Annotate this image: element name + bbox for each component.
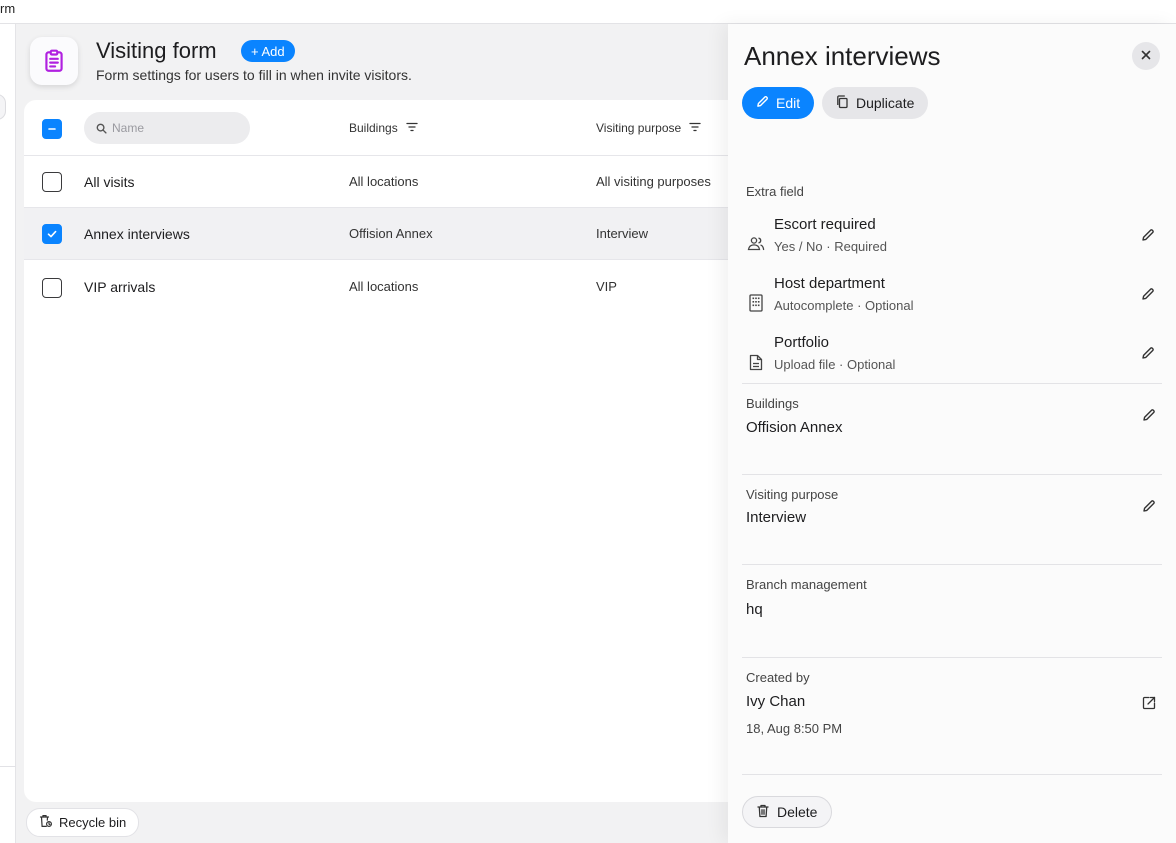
window-title: rm <box>0 1 16 16</box>
sidebar-collapsed <box>0 24 16 843</box>
row-purpose: VIP <box>596 279 617 294</box>
extra-field-label: Extra field <box>746 184 804 199</box>
extra-field-title: Host department <box>774 275 885 292</box>
extra-field-item[interactable]: Escort required Yes / No · Required <box>742 216 1162 272</box>
search-input[interactable] <box>112 119 242 137</box>
extra-field-item[interactable]: Host department Autocomplete · Optional <box>742 275 1162 331</box>
page-title: Visiting form <box>96 38 217 63</box>
edit-button-label: Edit <box>776 95 801 111</box>
pencil-icon <box>756 95 769 111</box>
add-button[interactable]: + Add <box>241 40 295 62</box>
visiting-purpose-value: Interview <box>746 509 807 526</box>
column-header-label: Buildings <box>349 121 398 135</box>
extra-field-sub: Yes / No · Required <box>774 239 887 254</box>
sidebar-divider <box>0 766 16 767</box>
external-link-icon[interactable] <box>1141 695 1157 711</box>
duplicate-button[interactable]: Duplicate <box>822 87 929 119</box>
visiting-purpose-label: Visiting purpose <box>746 487 839 502</box>
recycle-bin-icon <box>39 814 53 831</box>
row-name: VIP arrivals <box>84 279 156 295</box>
divider <box>742 774 1162 775</box>
add-button-label: + Add <box>251 43 285 59</box>
divider <box>742 564 1162 565</box>
panel-title: Annex interviews <box>744 41 941 71</box>
extra-field-item[interactable]: Portfolio Upload file · Optional <box>742 334 1162 390</box>
branch-management-label: Branch management <box>746 577 867 592</box>
edit-button[interactable]: Edit <box>742 87 815 119</box>
extra-field-sub: Upload file · Optional <box>774 357 896 372</box>
row-purpose: Interview <box>596 226 649 241</box>
table-row-selected[interactable]: Annex interviews Offision Annex Intervie… <box>24 208 740 260</box>
search-icon <box>96 121 107 139</box>
row-checkbox[interactable] <box>42 278 62 298</box>
table-header: Buildings Visiting purpose <box>24 100 740 156</box>
edit-pencil-icon[interactable] <box>1141 407 1157 423</box>
page-header: Visiting form + Add Form settings for us… <box>24 24 728 100</box>
detail-panel: Annex interviews Edit Duplicate Extra fi… <box>728 24 1176 843</box>
duplicate-icon <box>836 94 849 112</box>
page-subtitle: Form settings for users to fill in when … <box>96 67 412 83</box>
search-field[interactable] <box>84 112 250 144</box>
extra-field-sub: Autocomplete · Optional <box>774 298 914 313</box>
window-title-bar: rm <box>0 0 1176 24</box>
branch-management-value: hq <box>746 601 763 618</box>
edit-pencil-icon[interactable] <box>1140 286 1156 302</box>
created-by-label: Created by <box>746 670 810 685</box>
duplicate-button-label: Duplicate <box>856 95 915 111</box>
table-row[interactable]: All visits All locations All visiting pu… <box>24 156 740 208</box>
divider <box>742 383 1162 384</box>
people-icon <box>746 234 766 254</box>
recycle-bin-button[interactable]: Recycle bin <box>26 808 140 837</box>
extra-field-title: Portfolio <box>774 334 830 351</box>
edit-pencil-icon[interactable] <box>1140 227 1156 243</box>
select-all-checkbox[interactable] <box>42 119 62 139</box>
row-name: Annex interviews <box>84 226 190 242</box>
clipboard-icon <box>30 37 78 85</box>
row-purpose: All visiting purposes <box>596 174 711 189</box>
close-icon <box>1141 47 1151 65</box>
edit-pencil-icon[interactable] <box>1140 345 1156 361</box>
created-at: 18, Aug 8:50 PM <box>746 721 843 736</box>
filter-icon[interactable] <box>689 121 701 135</box>
filter-icon[interactable] <box>406 121 418 135</box>
divider <box>742 474 1162 475</box>
buildings-value: Offision Annex <box>746 419 843 436</box>
trash-icon <box>757 804 769 821</box>
buildings-label: Buildings <box>746 396 799 411</box>
delete-button[interactable]: Delete <box>742 796 833 828</box>
delete-button-label: Delete <box>777 804 818 820</box>
extra-field-title: Escort required <box>774 216 876 233</box>
row-buildings: All locations <box>349 279 419 294</box>
building-icon <box>746 293 766 313</box>
row-name: All visits <box>84 174 135 190</box>
row-buildings: Offision Annex <box>349 226 433 241</box>
edit-pencil-icon[interactable] <box>1141 498 1157 514</box>
recycle-bin-label: Recycle bin <box>59 815 127 830</box>
column-header-label: Visiting purpose <box>596 121 682 135</box>
created-by-name: Ivy Chan <box>746 693 806 710</box>
sidebar-search-pill[interactable] <box>0 94 6 120</box>
forms-table: Buildings Visiting purpose All visits Al… <box>24 100 740 802</box>
row-checkbox[interactable] <box>42 172 62 192</box>
row-checkbox-checked[interactable] <box>42 224 62 244</box>
document-icon <box>746 352 766 372</box>
divider <box>742 657 1162 658</box>
close-button[interactable] <box>1132 42 1160 70</box>
row-buildings: All locations <box>349 174 419 189</box>
column-header-visiting-purpose[interactable]: Visiting purpose <box>596 121 701 135</box>
column-header-buildings[interactable]: Buildings <box>349 121 418 135</box>
table-row[interactable]: VIP arrivals All locations VIP <box>24 260 740 312</box>
